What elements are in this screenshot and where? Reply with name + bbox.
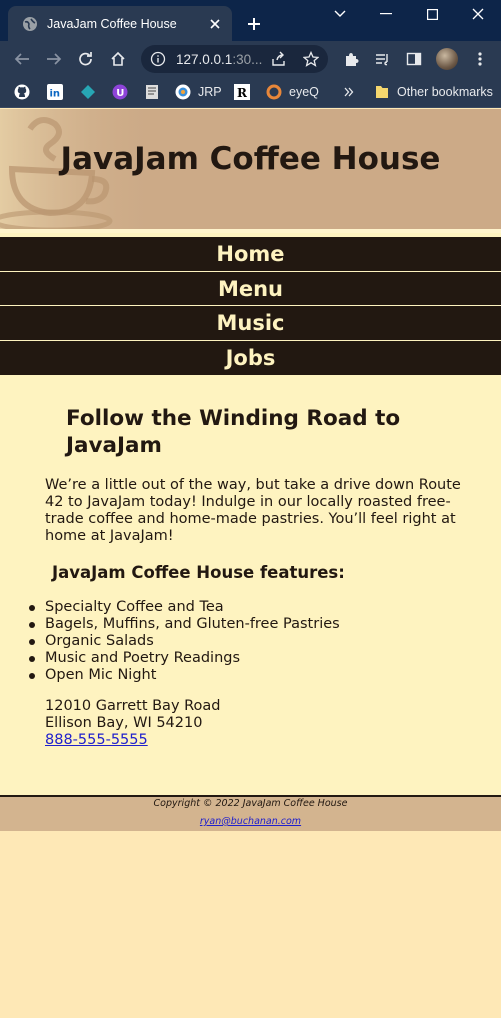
email-link[interactable]: ryan@buchanan.com	[200, 816, 301, 827]
site-title: JavaJam Coffee House	[60, 141, 441, 177]
list-item: Music and Poetry Readings	[29, 650, 340, 667]
svg-text:in: in	[50, 89, 61, 100]
bookmark-diamond[interactable]	[80, 82, 96, 102]
list-item: Organic Salads	[29, 633, 340, 650]
share-icon[interactable]	[269, 49, 289, 69]
more-menu-icon[interactable]	[470, 49, 490, 69]
bookmark-u[interactable]: U	[112, 82, 128, 102]
minimize-icon[interactable]	[376, 4, 396, 24]
site-footer: Copyright © 2022 JavaJam Coffee House ry…	[0, 795, 501, 831]
other-bookmarks-label: Other bookmarks	[397, 85, 493, 99]
side-panel-icon[interactable]	[404, 49, 424, 69]
back-arrow-icon[interactable]	[12, 49, 32, 69]
globe-icon	[22, 16, 38, 32]
bookmark-jrp[interactable]: JRP	[175, 82, 222, 102]
nav-music[interactable]: Music	[0, 306, 501, 341]
double-chevron-icon	[341, 84, 357, 100]
diamond-icon	[80, 84, 96, 100]
features-heading: JavaJam Coffee House features:	[52, 563, 345, 582]
list-item: Bagels, Muffins, and Gluten-free Pastrie…	[29, 616, 340, 632]
shield-u-icon: U	[112, 84, 128, 100]
close-icon[interactable]	[206, 15, 224, 33]
main-nav: Home Menu Music Jobs	[0, 237, 501, 375]
list-item: Open Mic Night	[29, 667, 340, 684]
features-list: Specialty Coffee and Tea Bagels, Muffins…	[29, 599, 340, 684]
linkedin-icon: in	[47, 84, 63, 100]
svg-text:R: R	[237, 86, 248, 100]
reading-list-icon[interactable]	[373, 49, 393, 69]
bookmark-eyeq[interactable]: eyeQ	[266, 82, 319, 102]
address-city: Ellison Bay, WI 54210	[45, 715, 203, 731]
eyeq-icon	[266, 84, 282, 100]
forward-arrow-icon[interactable]	[44, 49, 64, 69]
extensions-icon[interactable]	[341, 49, 361, 69]
window-close-icon[interactable]	[468, 4, 488, 24]
maximize-icon[interactable]	[422, 4, 442, 24]
site-header: JavaJam Coffee House	[0, 109, 501, 233]
github-icon	[14, 84, 30, 100]
intro-paragraph: We’re a little out of the way, but take …	[45, 477, 461, 544]
bookmarks-overflow[interactable]	[341, 82, 357, 102]
nav-home[interactable]: Home	[0, 237, 501, 272]
page-heading: Follow the Winding Road to JavaJam	[66, 406, 401, 458]
web-page: JavaJam Coffee House Home Menu Music Job…	[0, 109, 501, 1018]
address-block: 12010 Garrett Bay Road Ellison Bay, WI 5…	[45, 698, 221, 749]
jrp-icon	[175, 84, 191, 100]
bookmark-label: JRP	[198, 85, 222, 99]
page-wrapper: JavaJam Coffee House Home Menu Music Job…	[0, 109, 501, 831]
bookmark-label: eyeQ	[289, 85, 319, 99]
bookmark-r[interactable]: R	[234, 82, 250, 102]
url-port: :30...	[232, 51, 263, 67]
bookmark-linkedin[interactable]: in	[47, 82, 63, 102]
phone-link[interactable]: 888-555-5555	[45, 732, 148, 748]
address-bar[interactable]: 127.0.0.1:30...	[141, 45, 328, 73]
bookmark-star-icon[interactable]	[301, 49, 321, 69]
folder-icon	[374, 84, 390, 100]
nav-menu[interactable]: Menu	[0, 271, 501, 306]
svg-text:U: U	[116, 88, 124, 99]
url-text: 127.0.0.1:30...	[176, 52, 262, 67]
r-logo-icon: R	[234, 84, 250, 100]
bookmark-github[interactable]	[14, 82, 30, 102]
bookmark-document[interactable]	[144, 82, 160, 102]
tab-search-chevron-icon[interactable]	[330, 4, 350, 24]
tab-title: JavaJam Coffee House	[47, 16, 177, 31]
bookmarks-bar: in U JRP R eyeQ Other bookmarks	[0, 77, 501, 108]
nav-jobs[interactable]: Jobs	[0, 340, 501, 375]
browser-toolbar: 127.0.0.1:30...	[0, 41, 501, 77]
new-tab-icon[interactable]	[244, 14, 264, 34]
info-icon[interactable]	[150, 51, 166, 67]
address-street: 12010 Garrett Bay Road	[45, 698, 221, 714]
list-item: Specialty Coffee and Tea	[29, 599, 340, 616]
reload-icon[interactable]	[76, 49, 96, 69]
browser-tab[interactable]: JavaJam Coffee House	[8, 6, 232, 41]
url-host: 127.0.0.1	[176, 51, 233, 67]
home-icon[interactable]	[108, 49, 128, 69]
other-bookmarks[interactable]: Other bookmarks	[374, 82, 493, 102]
browser-tab-strip: JavaJam Coffee House	[0, 0, 501, 41]
profile-avatar[interactable]	[436, 48, 458, 70]
copyright-text: Copyright © 2022 JavaJam Coffee House	[153, 798, 348, 809]
document-icon	[144, 84, 160, 100]
